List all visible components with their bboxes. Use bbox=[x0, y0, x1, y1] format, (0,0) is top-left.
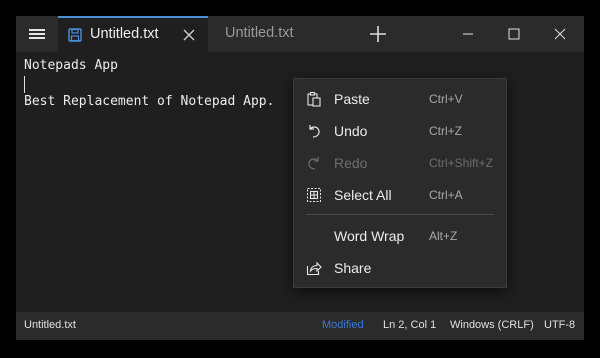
menu-item-undo[interactable]: Undo Ctrl+Z bbox=[294, 115, 506, 147]
text-caret bbox=[24, 76, 25, 93]
menu-item-shortcut: Alt+Z bbox=[429, 229, 458, 243]
status-encoding[interactable]: UTF-8 bbox=[544, 319, 575, 331]
editor-line-1: Notepads App bbox=[24, 58, 118, 73]
hamburger-icon bbox=[29, 29, 45, 31]
status-modified[interactable]: Modified bbox=[322, 319, 364, 331]
status-filename: Untitled.txt bbox=[24, 319, 76, 331]
menu-item-shortcut: Ctrl+Shift+Z bbox=[429, 156, 494, 170]
tab-active[interactable]: Untitled.txt bbox=[58, 16, 208, 52]
plus-icon[interactable] bbox=[366, 24, 390, 44]
hamburger-menu-button[interactable] bbox=[16, 16, 56, 52]
status-bar: Untitled.txt Modified Ln 2, Col 1 Window… bbox=[16, 312, 584, 340]
menu-item-label: Select All bbox=[334, 187, 392, 203]
menu-item-shortcut: Ctrl+V bbox=[429, 92, 463, 106]
undo-icon bbox=[309, 125, 320, 138]
menu-item-label: Redo bbox=[334, 155, 368, 171]
menu-item-label: Undo bbox=[334, 123, 368, 139]
title-bar: Untitled.txt Untitled.txt bbox=[16, 16, 584, 52]
paste-icon bbox=[307, 91, 321, 107]
status-line-ending[interactable]: Windows (CRLF) bbox=[450, 319, 534, 331]
menu-item-label: Paste bbox=[334, 91, 370, 107]
menu-item-label: Word Wrap bbox=[334, 228, 405, 244]
minimize-icon bbox=[463, 33, 473, 35]
tab-active-label: Untitled.txt bbox=[90, 26, 159, 42]
share-icon bbox=[306, 261, 322, 276]
menu-item-shortcut: Ctrl+Z bbox=[429, 124, 462, 138]
menu-item-redo: Redo Ctrl+Shift+Z bbox=[294, 147, 506, 179]
editor-line-3: Best Replacement of Notepad App. bbox=[24, 94, 275, 109]
maximize-button[interactable] bbox=[491, 16, 537, 52]
menu-separator bbox=[306, 214, 494, 215]
menu-item-select-all[interactable]: Select All Ctrl+A bbox=[294, 179, 506, 211]
tab-inactive-label: Untitled.txt bbox=[225, 25, 294, 41]
close-window-button[interactable] bbox=[537, 16, 583, 52]
minimize-button[interactable] bbox=[445, 16, 491, 52]
menu-item-share[interactable]: Share bbox=[294, 252, 506, 284]
close-icon[interactable] bbox=[182, 28, 196, 42]
context-menu: Paste Ctrl+V Undo Ctrl+Z Redo Ctrl+Shift… bbox=[293, 78, 507, 288]
menu-item-label: Share bbox=[334, 260, 372, 276]
maximize-icon bbox=[508, 28, 520, 40]
menu-item-word-wrap[interactable]: Word Wrap Alt+Z bbox=[294, 220, 506, 252]
app-window: Untitled.txt Untitled.txt Notepads App B… bbox=[16, 16, 584, 340]
menu-item-paste[interactable]: Paste Ctrl+V bbox=[294, 83, 506, 115]
save-icon bbox=[68, 28, 82, 42]
select-all-icon bbox=[307, 188, 321, 202]
menu-item-shortcut: Ctrl+A bbox=[429, 188, 463, 202]
close-icon bbox=[554, 28, 566, 40]
redo-icon bbox=[308, 157, 319, 170]
tab-inactive[interactable]: Untitled.txt bbox=[208, 16, 348, 52]
status-cursor-position[interactable]: Ln 2, Col 1 bbox=[383, 319, 436, 331]
